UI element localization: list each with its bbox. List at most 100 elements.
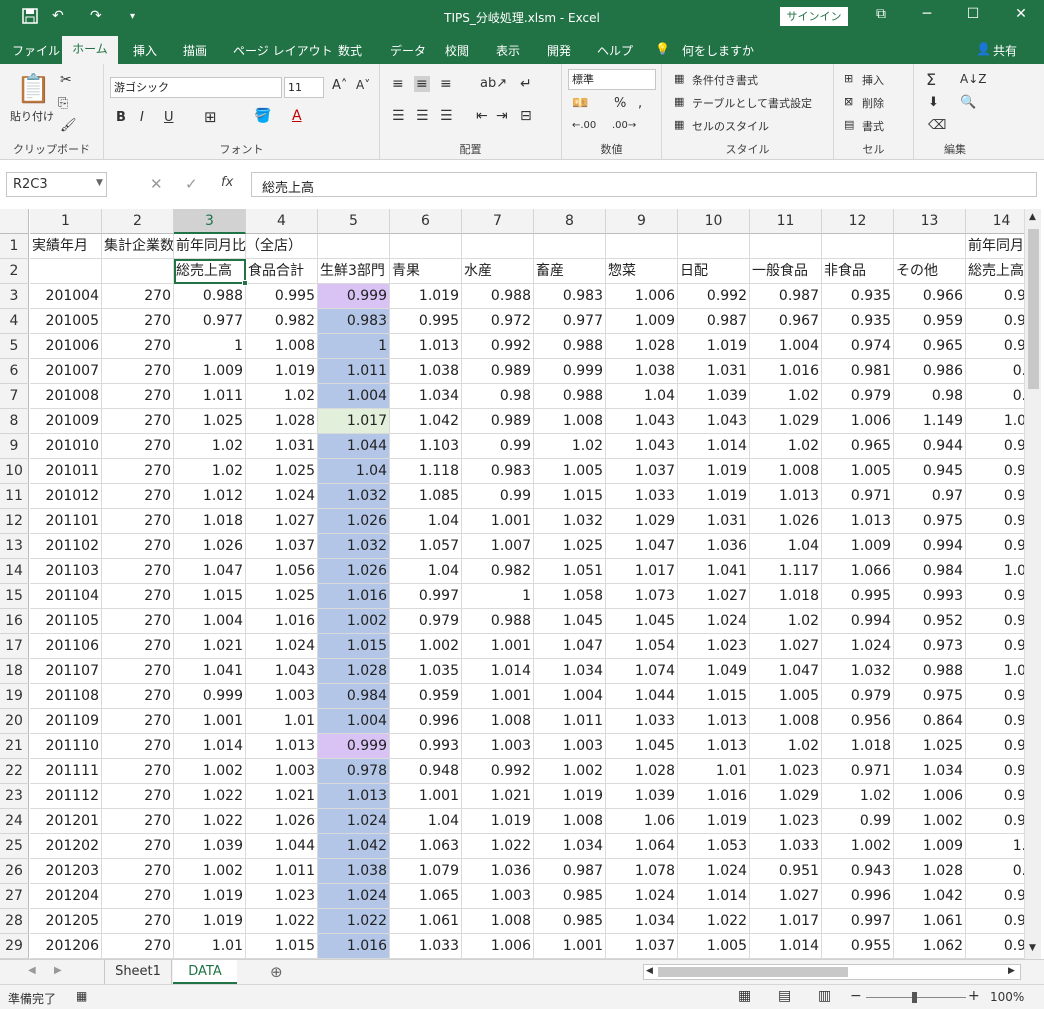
- data-cell[interactable]: 1.027: [750, 634, 822, 659]
- data-cell[interactable]: 1.034: [534, 834, 606, 859]
- zoom-in-icon[interactable]: +: [968, 988, 980, 1004]
- data-cell[interactable]: 270: [102, 909, 174, 934]
- data-cell[interactable]: 1.019: [678, 484, 750, 509]
- increase-decimal-icon[interactable]: ←.00: [572, 120, 596, 131]
- header-cell[interactable]: 生鮮3部門: [318, 259, 390, 284]
- data-cell[interactable]: 1.022: [246, 909, 318, 934]
- page-layout-view-icon[interactable]: ▤: [778, 988, 791, 1004]
- data-cell[interactable]: 1.005: [678, 934, 750, 959]
- data-cell[interactable]: 1.02: [750, 434, 822, 459]
- shrink-font-icon[interactable]: A˅: [356, 78, 370, 92]
- data-cell[interactable]: 1.018: [822, 734, 894, 759]
- data-cell[interactable]: 1.023: [750, 809, 822, 834]
- column-header[interactable]: 10: [678, 209, 750, 234]
- data-cell[interactable]: 0.974: [822, 334, 894, 359]
- fill-color-icon[interactable]: 🪣: [254, 108, 271, 124]
- data-cell[interactable]: 1.008: [750, 459, 822, 484]
- data-cell[interactable]: 1.078: [606, 859, 678, 884]
- header-cell[interactable]: 水産: [462, 259, 534, 284]
- data-cell[interactable]: 201109: [30, 709, 102, 734]
- data-cell[interactable]: 1.018: [174, 509, 246, 534]
- data-cell[interactable]: 1.036: [462, 859, 534, 884]
- header-cell[interactable]: 青果: [390, 259, 462, 284]
- column-header[interactable]: 3: [174, 209, 246, 234]
- data-cell[interactable]: 1.028: [246, 409, 318, 434]
- data-cell[interactable]: 1.004: [174, 609, 246, 634]
- header-cell[interactable]: [822, 234, 894, 259]
- data-cell[interactable]: 1.002: [174, 759, 246, 784]
- zoom-slider-thumb[interactable]: [912, 992, 917, 1003]
- menu-review[interactable]: 校閲: [445, 42, 469, 59]
- data-cell[interactable]: 1.034: [894, 759, 966, 784]
- fill-icon[interactable]: ⬇: [928, 95, 939, 110]
- data-cell[interactable]: 1.063: [390, 834, 462, 859]
- data-cell[interactable]: 1.027: [246, 509, 318, 534]
- data-cell[interactable]: 1.014: [678, 434, 750, 459]
- data-cell[interactable]: 1.045: [606, 734, 678, 759]
- data-cell[interactable]: 1.007: [462, 534, 534, 559]
- data-cell[interactable]: 201112: [30, 784, 102, 809]
- data-cell[interactable]: 1.013: [246, 734, 318, 759]
- data-cell[interactable]: 0.98: [462, 384, 534, 409]
- header-cell[interactable]: [750, 234, 822, 259]
- header-cell[interactable]: [606, 234, 678, 259]
- data-cell[interactable]: 1.031: [678, 359, 750, 384]
- data-cell[interactable]: 201006: [30, 334, 102, 359]
- data-cell[interactable]: 1.038: [390, 359, 462, 384]
- indent-increase-icon[interactable]: ⇥: [496, 108, 508, 124]
- data-cell[interactable]: 1.002: [174, 859, 246, 884]
- header-cell[interactable]: 惣菜: [606, 259, 678, 284]
- data-cell[interactable]: 1.004: [750, 334, 822, 359]
- data-cell[interactable]: 1.022: [174, 809, 246, 834]
- header-cell[interactable]: 実績年月: [30, 234, 102, 259]
- data-cell[interactable]: 201106: [30, 634, 102, 659]
- data-cell[interactable]: 1.04: [318, 459, 390, 484]
- data-cell[interactable]: 1.045: [534, 609, 606, 634]
- data-cell[interactable]: 1.008: [462, 909, 534, 934]
- clear-icon[interactable]: ⌫: [928, 118, 946, 133]
- data-cell[interactable]: 1.001: [534, 934, 606, 959]
- data-cell[interactable]: 1.023: [678, 634, 750, 659]
- data-cell[interactable]: 1.037: [606, 934, 678, 959]
- data-cell[interactable]: 0.995: [246, 284, 318, 309]
- data-cell[interactable]: 1.051: [534, 559, 606, 584]
- data-cell[interactable]: 0.983: [462, 459, 534, 484]
- insert-function-icon[interactable]: fx: [221, 175, 233, 190]
- row-header[interactable]: 14: [0, 559, 29, 584]
- data-cell[interactable]: 1.024: [246, 484, 318, 509]
- data-cell[interactable]: 1.019: [462, 809, 534, 834]
- data-cell[interactable]: 1.016: [246, 609, 318, 634]
- data-cell[interactable]: 1.02: [174, 434, 246, 459]
- data-cell[interactable]: 1.011: [534, 709, 606, 734]
- data-cell[interactable]: 1.008: [246, 334, 318, 359]
- data-cell[interactable]: 1.085: [390, 484, 462, 509]
- data-cell[interactable]: 1.011: [246, 859, 318, 884]
- data-cell[interactable]: 0.979: [822, 684, 894, 709]
- data-cell[interactable]: 1.034: [534, 659, 606, 684]
- data-cell[interactable]: 1.039: [174, 834, 246, 859]
- data-cell[interactable]: 1.008: [462, 709, 534, 734]
- row-header[interactable]: 29: [0, 934, 29, 959]
- data-cell[interactable]: 1.002: [534, 759, 606, 784]
- page-break-view-icon[interactable]: ▥: [818, 988, 831, 1004]
- header-cell[interactable]: 前年同月比（全店）: [174, 234, 302, 259]
- data-cell[interactable]: 0.984: [894, 559, 966, 584]
- data-cell[interactable]: 1.022: [318, 909, 390, 934]
- data-cell[interactable]: 1.033: [750, 834, 822, 859]
- data-cell[interactable]: 0.977: [174, 309, 246, 334]
- data-cell[interactable]: 1.011: [174, 384, 246, 409]
- data-cell[interactable]: 1.004: [318, 709, 390, 734]
- data-cell[interactable]: 1.02: [174, 459, 246, 484]
- data-cell[interactable]: 1: [462, 584, 534, 609]
- column-header[interactable]: 8: [534, 209, 606, 234]
- data-cell[interactable]: 1.022: [462, 834, 534, 859]
- indent-decrease-icon[interactable]: ⇤: [476, 108, 488, 124]
- data-cell[interactable]: 0.99: [462, 484, 534, 509]
- table-format-button[interactable]: テーブルとして書式設定: [692, 95, 812, 111]
- data-cell[interactable]: 1.013: [318, 784, 390, 809]
- data-cell[interactable]: 1.015: [318, 634, 390, 659]
- data-cell[interactable]: 270: [102, 384, 174, 409]
- data-cell[interactable]: 1.004: [534, 684, 606, 709]
- row-header[interactable]: 24: [0, 809, 29, 834]
- data-cell[interactable]: 1.042: [318, 834, 390, 859]
